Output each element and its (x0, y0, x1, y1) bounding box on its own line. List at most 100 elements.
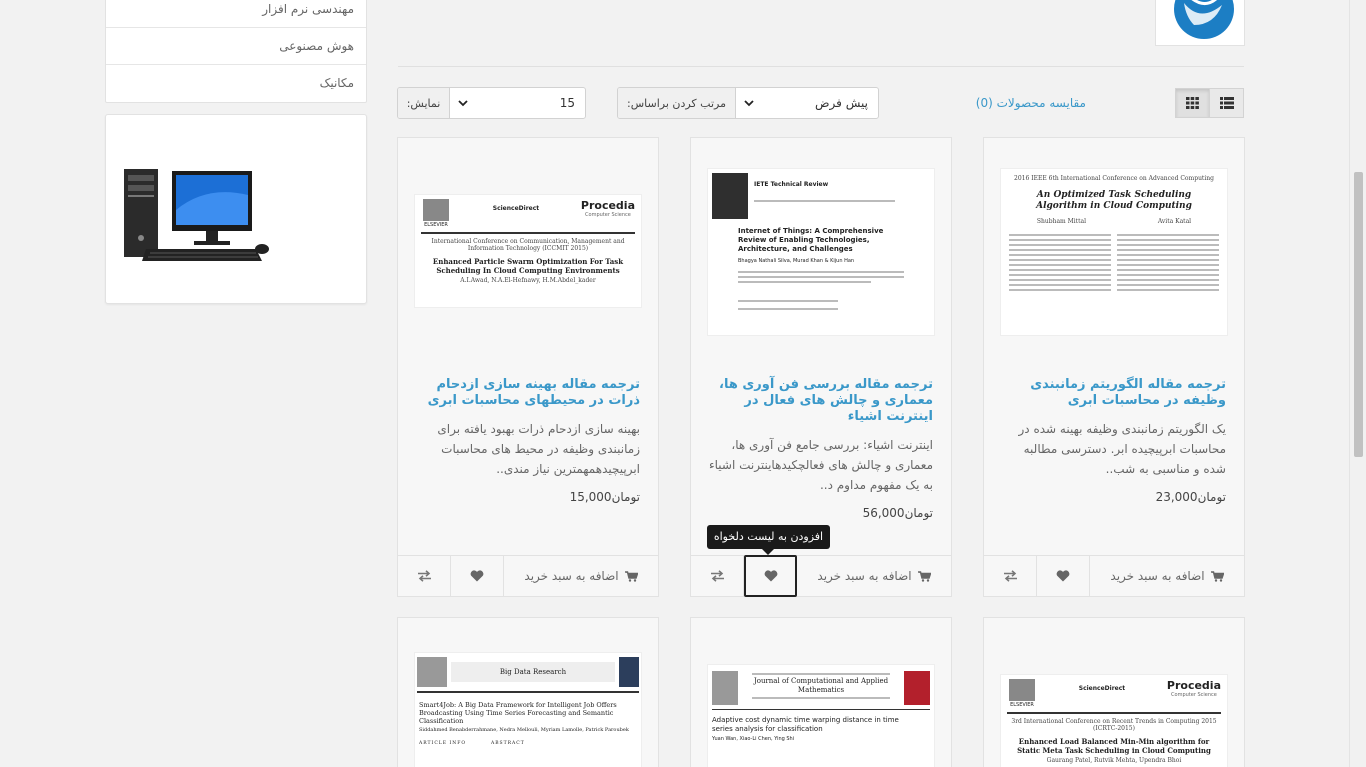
add-to-cart-label: اضافه به سبد خرید (817, 569, 912, 583)
compare-products-link[interactable]: مقایسه محصولات (0) (960, 96, 1086, 110)
thumb-authors: Gaurang Patel, Rutvik Mehta, Upendra Bho… (1046, 757, 1182, 764)
price-value: 15,000 (569, 490, 612, 504)
product-image[interactable]: Big Data Research Smart4Job: A Big Data … (414, 652, 642, 767)
brand-logo[interactable] (1155, 0, 1245, 46)
scrollbar-thumb[interactable] (1354, 172, 1363, 457)
product-title[interactable]: ترجمه مقاله بهینه سازی ازدحام ذرات در مح… (414, 377, 640, 409)
price-currency: تومان (611, 490, 640, 504)
product-card: ELSEVIER ScienceDirect Procedia Computer… (397, 137, 659, 597)
thumb-journal-sub: Computer Science (1171, 692, 1217, 698)
thumb-journal-sub: Computer Science (585, 212, 631, 218)
desktop-computer-image (124, 169, 269, 261)
add-to-cart-button[interactable]: اضافه به سبد خرید (1090, 556, 1244, 596)
price-currency: تومان (1197, 490, 1226, 504)
divider (398, 66, 1244, 67)
add-to-cart-label: اضافه به سبد خرید (1110, 569, 1205, 583)
product-card: Big Data Research Smart4Job: A Big Data … (397, 617, 659, 767)
compare-button[interactable] (398, 556, 451, 596)
chevron-down-icon (744, 99, 754, 106)
list-view-button[interactable] (1209, 88, 1244, 118)
product-image[interactable]: Journal of Computational and Applied Mat… (707, 664, 935, 767)
compare-button[interactable] (691, 556, 744, 596)
add-to-wishlist-button[interactable] (451, 556, 504, 596)
heart-icon (1056, 570, 1070, 582)
thumb-conference: International Conference on Communicatio… (431, 238, 625, 252)
thumb-authors: Yuan Wan, Xiao-Li Chen, Ying Shi (712, 736, 795, 742)
computer-banner[interactable] (105, 114, 367, 304)
add-to-cart-button[interactable]: اضافه به سبد خرید (797, 556, 951, 596)
sort-select[interactable]: پیش فرض (736, 88, 878, 118)
exchange-icon (1003, 570, 1017, 582)
product-image[interactable]: 2016 IEEE 6th International Conference o… (1000, 168, 1228, 336)
compare-button[interactable] (984, 556, 1037, 596)
list-icon (1219, 97, 1234, 109)
product-price: تومان56,000 (863, 506, 933, 520)
product-description: اینترنت اشیاء: بررسی جامع فن آوری ها، مع… (708, 438, 933, 492)
grid-view-button[interactable] (1175, 88, 1210, 118)
thumb-source: ScienceDirect (1078, 685, 1126, 692)
product-description: یک الگوریتم زمانبندی وظیفه بهینه شده در … (1018, 422, 1226, 476)
price-currency: تومان (904, 506, 933, 520)
show-label: نمایش: (398, 88, 450, 118)
add-to-wishlist-button[interactable] (1037, 556, 1090, 596)
cart-icon (624, 570, 638, 582)
exchange-icon (417, 570, 431, 582)
add-to-cart-label: اضافه به سبد خرید (524, 569, 619, 583)
category-item-software[interactable]: مهندسی نرم افزار (106, 0, 366, 28)
product-image[interactable]: ELSEVIER ScienceDirect Procedia Computer… (414, 194, 642, 308)
thumb-journal: Procedia (1166, 679, 1221, 692)
thumb-header: 2016 IEEE 6th International Conference o… (1014, 175, 1214, 182)
sort-select-value: پیش فرض (815, 96, 868, 110)
thumb-journal: Journal of Computational and Applied Mat… (753, 677, 889, 694)
thumb-authors: Bhagya Nathali Silva, Murad Khan & Kijun… (738, 258, 855, 264)
product-card: Journal of Computational and Applied Mat… (690, 617, 952, 767)
product-actions: اضافه به سبد خرید (691, 555, 951, 597)
product-actions: اضافه به سبد خرید (398, 555, 658, 596)
thumb-title: An Optimized Task Scheduling Algorithm i… (1036, 190, 1192, 211)
exchange-icon (710, 570, 724, 582)
product-price: تومان15,000 (570, 490, 640, 504)
grid-icon (1186, 97, 1199, 109)
thumb-author: Shubham Mittal (1036, 218, 1087, 225)
page-scrollbar[interactable] (1349, 0, 1366, 767)
product-card: ELSEVIER ScienceDirect Procedia Computer… (983, 617, 1245, 767)
thumb-section-left: ARTICLE INFO (419, 741, 467, 746)
thumb-authors: Siddahmed Benabderrahmane, Nedra Melloul… (419, 727, 629, 733)
cart-icon (1210, 570, 1224, 582)
show-select[interactable]: 15 (450, 88, 585, 118)
heart-icon (764, 570, 777, 582)
category-item-ai[interactable]: هوش مصنوعی (106, 28, 366, 65)
category-list: مهندسی نرم افزار هوش مصنوعی مکانیک (105, 0, 367, 103)
thumb-section-right: ABSTRACT (491, 741, 525, 746)
product-actions: اضافه به سبد خرید (984, 555, 1244, 596)
product-image[interactable]: ELSEVIER ScienceDirect Procedia Computer… (1000, 674, 1228, 767)
product-title[interactable]: ترجمه مقاله بررسی فن آوری ها، معماری و چ… (707, 377, 933, 425)
thumb-source: ScienceDirect (492, 205, 540, 212)
product-image[interactable]: IETE Technical Review Internet of Things… (707, 168, 935, 336)
add-to-wishlist-button[interactable] (744, 555, 797, 597)
thumb-authors: A.I.Awad, N.A.El-Hefnawy, H.M.Abdel_kade… (460, 277, 596, 284)
thumb-title: Adaptive cost dynamic time warping dista… (712, 716, 899, 733)
product-description: بهینه سازی ازدحام ذرات بهبود یافته برای … (437, 422, 640, 476)
thumb-journal: IETE Technical Review (754, 181, 829, 188)
thumb-author: Avita Katal (1157, 218, 1192, 225)
price-value: 23,000 (1155, 490, 1198, 504)
thumb-publisher: ELSEVIER (1010, 702, 1034, 708)
add-to-cart-button[interactable]: اضافه به سبد خرید (504, 556, 658, 596)
wishlist-tooltip: افزودن به لیست دلخواه (707, 525, 830, 555)
thumb-title: Internet of Things: A Comprehensive Revi… (738, 227, 884, 253)
thumb-title: Smart4Job: A Big Data Framework for Inte… (419, 701, 617, 725)
thumb-journal: Big Data Research (451, 662, 615, 682)
thumb-conference: 3rd International Conference on Recent T… (1011, 718, 1217, 732)
show-control: نمایش: 15 (397, 87, 586, 119)
price-value: 56,000 (862, 506, 905, 520)
show-select-value: 15 (559, 96, 575, 110)
cart-icon (917, 570, 931, 582)
category-item-mechanics[interactable]: مکانیک (106, 65, 366, 102)
product-card: 2016 IEEE 6th International Conference o… (983, 137, 1245, 597)
thumb-title: Enhanced Particle Swarm Optimization For… (432, 257, 624, 275)
product-title[interactable]: ترجمه مقاله الگوریتم زمانبندی وظیفه در م… (1000, 377, 1226, 409)
chevron-down-icon (458, 99, 468, 106)
thumb-title: Enhanced Load Balanced Min-Min algorithm… (1017, 737, 1211, 755)
heart-icon (470, 570, 484, 582)
